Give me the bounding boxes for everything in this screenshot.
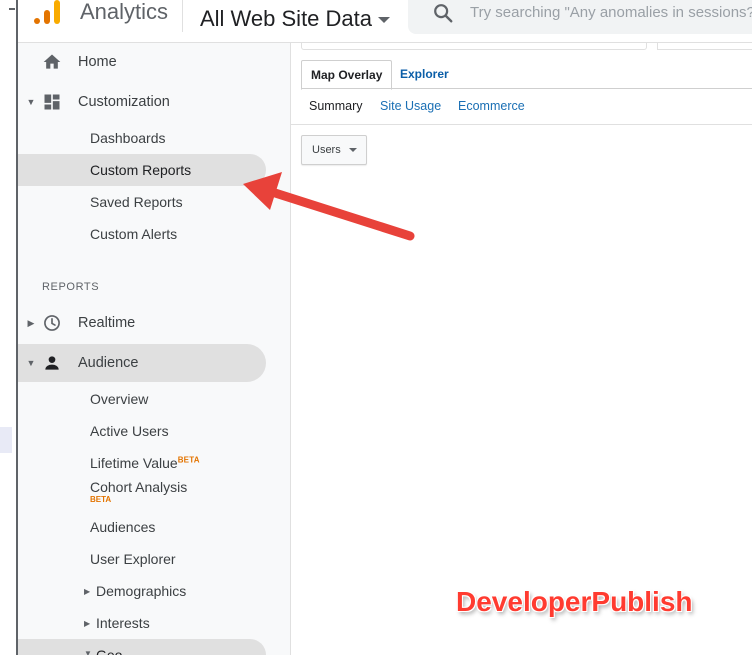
watermark-text: DeveloperPublish [456, 586, 693, 617]
red-pointer-arrow-icon [243, 172, 415, 241]
